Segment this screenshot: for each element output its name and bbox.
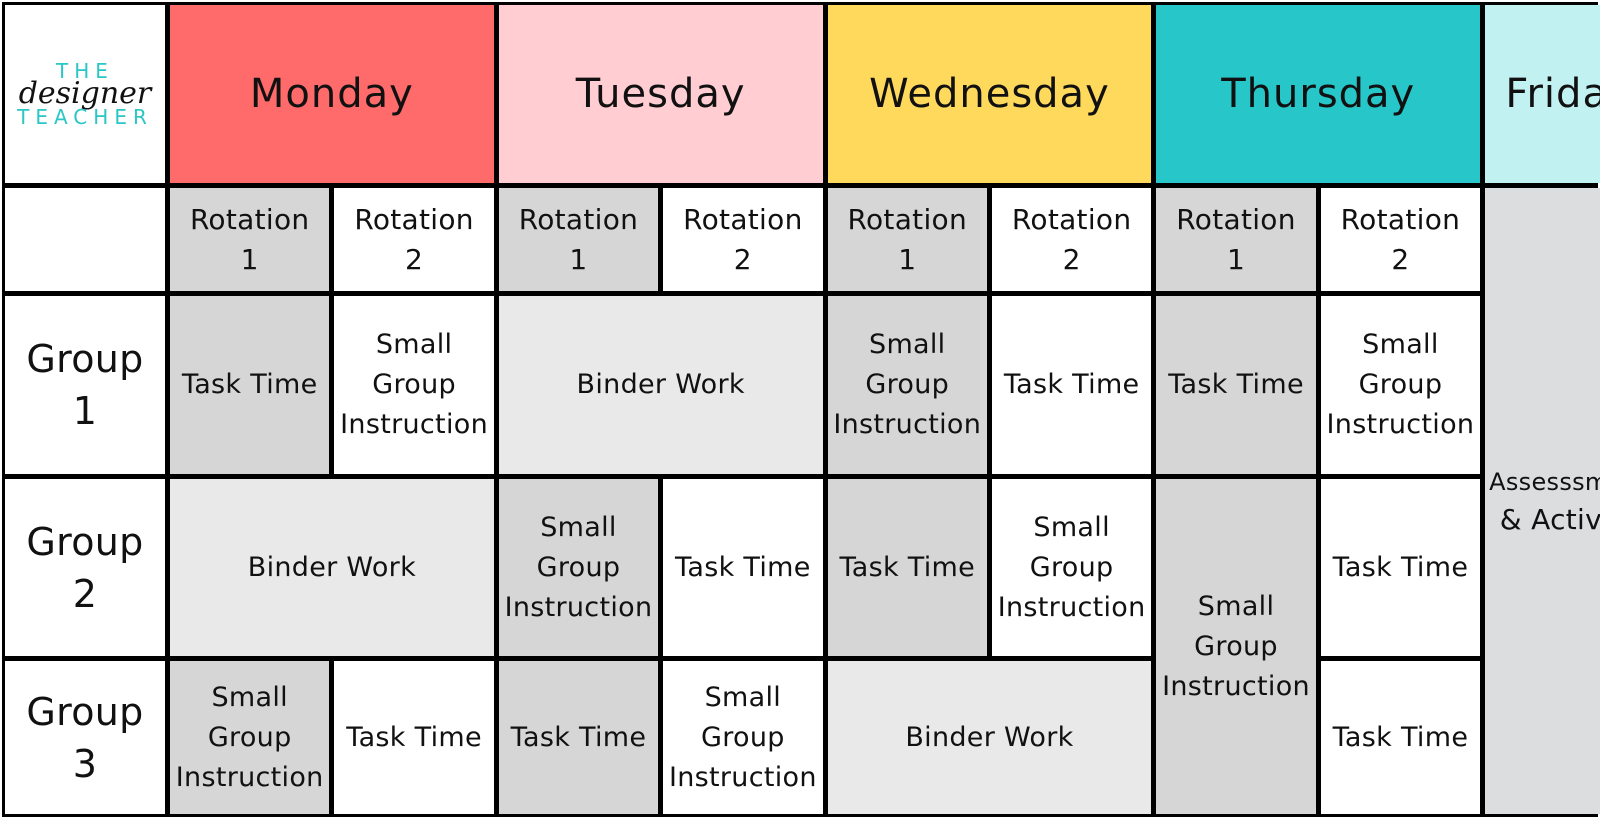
small-group-cell: Small Group Instruction bbox=[991, 479, 1152, 656]
logo-teacher: TEACHER bbox=[17, 105, 153, 129]
day-header-friday: Friday bbox=[1485, 5, 1600, 183]
rotation-2-header: Rotation 2 bbox=[334, 188, 494, 291]
small-group-cell: Small Group Instruction bbox=[1320, 296, 1481, 474]
task-time-cell: Task Time bbox=[663, 479, 823, 656]
small-group-cell: Small Group Instruction bbox=[170, 661, 330, 814]
task-time-cell: Task Time bbox=[827, 479, 987, 656]
group-1-label: Group 1 bbox=[5, 296, 165, 474]
task-time-cell: Task Time bbox=[498, 661, 659, 814]
rotation-schedule-table: THE designer TEACHER Monday Tuesday Wedn… bbox=[2, 2, 1600, 817]
rotation-1-header: Rotation 1 bbox=[498, 188, 659, 291]
small-group-cell: Small Group Instruction bbox=[663, 661, 823, 814]
binder-work-cell: Binder Work bbox=[827, 661, 1152, 814]
day-header-thursday: Thursday bbox=[1156, 5, 1481, 183]
task-time-cell: Task Time bbox=[1320, 661, 1481, 814]
small-group-cell: Small Group Instruction bbox=[498, 479, 659, 656]
rotation-2-header: Rotation 2 bbox=[991, 188, 1152, 291]
small-group-cell: Small Group Instruction bbox=[334, 296, 494, 474]
binder-work-cell: Binder Work bbox=[170, 479, 494, 656]
task-time-cell: Task Time bbox=[1320, 479, 1481, 656]
day-header-tuesday: Tuesday bbox=[498, 5, 823, 183]
corner-blank bbox=[5, 188, 165, 291]
small-group-cell: Small Group Instruction bbox=[827, 296, 987, 474]
rotation-2-header: Rotation 2 bbox=[1320, 188, 1481, 291]
task-time-cell: Task Time bbox=[1156, 296, 1316, 474]
friday-assessment-activity: Assesssment & Activity bbox=[1485, 188, 1600, 814]
friday-activity-line2: & Activity bbox=[1499, 503, 1600, 536]
rotation-1-header: Rotation 1 bbox=[170, 188, 330, 291]
group-2-label: Group 2 bbox=[5, 479, 165, 656]
binder-work-cell: Binder Work bbox=[498, 296, 823, 474]
group-3-label: Group 3 bbox=[5, 661, 165, 814]
rotation-1-header: Rotation 1 bbox=[827, 188, 987, 291]
task-time-cell: Task Time bbox=[334, 661, 494, 814]
rotation-2-header: Rotation 2 bbox=[663, 188, 823, 291]
day-header-monday: Monday bbox=[170, 5, 494, 183]
logo: THE designer TEACHER bbox=[5, 5, 165, 183]
task-time-cell: Task Time bbox=[170, 296, 330, 474]
friday-activity-line1: Assesssment bbox=[1489, 468, 1600, 496]
rotation-1-header: Rotation 1 bbox=[1156, 188, 1316, 291]
small-group-cell: Small Group Instruction bbox=[1156, 479, 1316, 814]
task-time-cell: Task Time bbox=[991, 296, 1152, 474]
day-header-wednesday: Wednesday bbox=[827, 5, 1152, 183]
